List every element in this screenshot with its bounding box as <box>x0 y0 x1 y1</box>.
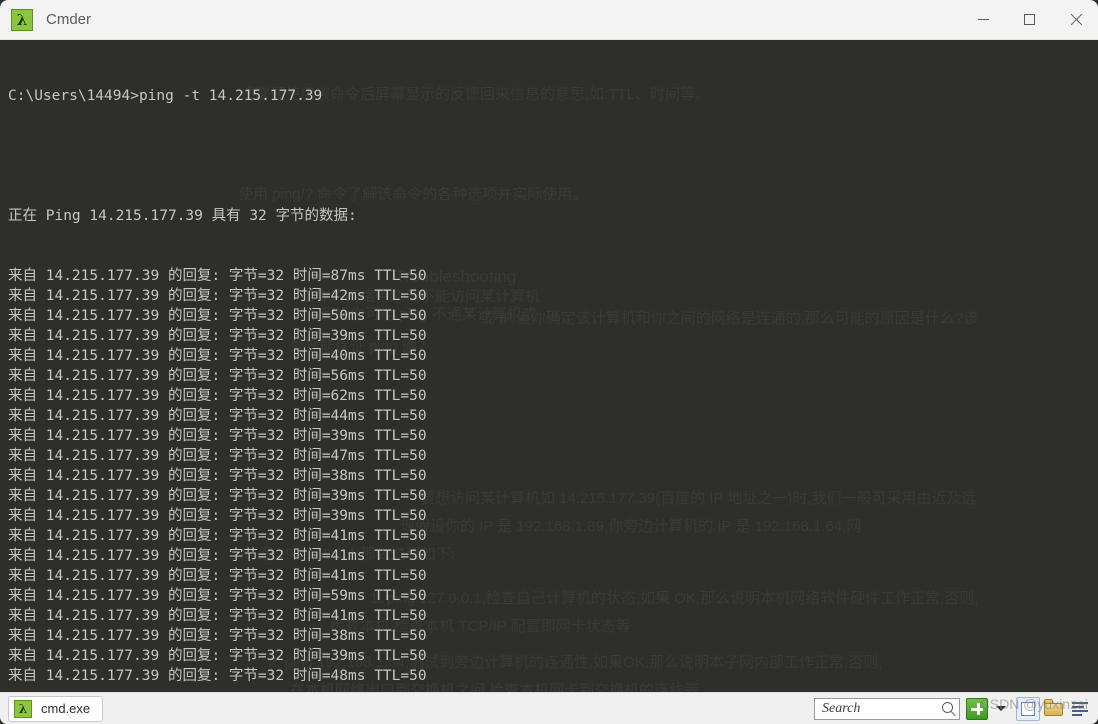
minimize-icon <box>977 19 989 20</box>
ping-reply-line: 来自 14.215.177.39 的回复: 字节=32 时间=50ms TTL=… <box>8 308 427 324</box>
ping-reply-line: 来自 14.215.177.39 的回复: 字节=32 时间=56ms TTL=… <box>8 368 427 384</box>
window-title: Cmder <box>46 11 92 28</box>
chevron-down-icon <box>996 706 1006 711</box>
title-bar: λ Cmder <box>0 0 1098 40</box>
bg-line: 或 IP,但你确定该计算机和你之间的网络是连通的,那么可能的原因是什么?该 <box>480 310 979 327</box>
ping-header-line: 正在 Ping 14.215.177.39 具有 32 字节的数据: <box>8 208 357 224</box>
settings-lines-icon <box>1072 713 1082 716</box>
cmder-window: λ Cmder 请掌握使用该命令后屏幕显示的反馈回来信息的意思,如:TTL、时间… <box>0 0 1098 724</box>
new-tab-menu-button[interactable] <box>992 698 1010 720</box>
ping-reply-line: 来自 14.215.177.39 的回复: 字节=32 时间=41ms TTL=… <box>8 608 427 624</box>
tab-cmd-exe[interactable]: λ cmd.exe <box>8 695 104 722</box>
ping-reply-line: 来自 14.215.177.39 的回复: 字节=32 时间=41ms TTL=… <box>8 568 427 584</box>
status-bar: λ cmd.exe <box>0 692 1098 724</box>
search-box[interactable] <box>814 697 960 720</box>
ping-reply-list: 来自 14.215.177.39 的回复: 字节=32 时间=87ms TTL=… <box>8 266 467 686</box>
folder-button[interactable] <box>1043 698 1065 719</box>
ping-reply-line: 来自 14.215.177.39 的回复: 字节=32 时间=39ms TTL=… <box>8 428 427 444</box>
ping-reply-line: 来自 14.215.177.39 的回复: 字节=32 时间=38ms TTL=… <box>8 628 427 644</box>
ping-reply-line: 来自 14.215.177.39 的回复: 字节=32 时间=42ms TTL=… <box>8 288 427 304</box>
ping-reply-line: 来自 14.215.177.39 的回复: 字节=32 时间=39ms TTL=… <box>8 488 427 504</box>
settings-lines-icon <box>1072 701 1088 704</box>
close-icon <box>1069 13 1082 26</box>
window-controls <box>960 0 1098 40</box>
ping-reply-line: 来自 14.215.177.39 的回复: 字节=32 时间=38ms TTL=… <box>8 468 427 484</box>
ping-reply-line: 来自 14.215.177.39 的回复: 字节=32 时间=39ms TTL=… <box>8 648 427 664</box>
ping-reply-line: 来自 14.215.177.39 的回复: 字节=32 时间=47ms TTL=… <box>8 448 427 464</box>
ping-reply-line: 来自 14.215.177.39 的回复: 字节=32 时间=44ms TTL=… <box>8 408 427 424</box>
new-tab-button[interactable] <box>966 697 988 720</box>
window-restore-button[interactable] <box>1016 696 1040 721</box>
terminal-pane[interactable]: 请掌握使用该命令后屏幕显示的反馈回来信息的意思,如:TTL、时间等。 使用 pi… <box>0 40 1098 692</box>
search-input[interactable] <box>820 699 932 718</box>
lambda-icon: λ <box>11 8 33 31</box>
lambda-icon: λ <box>14 699 32 718</box>
terminal-output: C:\Users\14494>ping -t 14.215.177.39 正在 … <box>0 40 467 692</box>
magnifier-icon[interactable] <box>942 701 953 713</box>
window-restore-icon <box>1021 701 1035 716</box>
settings-lines-icon <box>1072 705 1084 708</box>
ping-reply-line: 来自 14.215.177.39 的回复: 字节=32 时间=39ms TTL=… <box>8 508 427 524</box>
ping-reply-line: 来自 14.215.177.39 的回复: 字节=32 时间=59ms TTL=… <box>8 588 427 604</box>
folder-icon <box>1044 702 1063 716</box>
maximize-button[interactable] <box>1006 0 1052 40</box>
ping-reply-line: 来自 14.215.177.39 的回复: 字节=32 时间=41ms TTL=… <box>8 548 427 564</box>
settings-lines-icon <box>1072 709 1088 712</box>
close-button[interactable] <box>1052 0 1098 40</box>
ping-reply-line: 来自 14.215.177.39 的回复: 字节=32 时间=41ms TTL=… <box>8 528 427 544</box>
settings-button[interactable] <box>1070 700 1090 718</box>
ping-reply-line: 来自 14.215.177.39 的回复: 字节=32 时间=39ms TTL=… <box>8 328 427 344</box>
ping-reply-line: 来自 14.215.177.39 的回复: 字节=32 时间=62ms TTL=… <box>8 388 427 404</box>
bg-line: 现假设你的 IP 是 192.168.1.89,你旁边计算机的 IP 是 192… <box>400 518 862 535</box>
ping-reply-line: 来自 14.215.177.39 的回复: 字节=32 时间=87ms TTL=… <box>8 268 427 284</box>
tab-label: cmd.exe <box>41 701 91 716</box>
bg-line: 要想访问某计算机如 14.215.177.39(百度的 IP 地址之一)时,我们… <box>420 490 977 507</box>
ping-reply-line: 来自 14.215.177.39 的回复: 字节=32 时间=48ms TTL=… <box>8 668 427 684</box>
maximize-icon <box>1023 14 1035 25</box>
prompt-line: C:\Users\14494>ping -t 14.215.177.39 <box>8 88 323 104</box>
minimize-button[interactable] <box>960 0 1006 40</box>
ping-reply-line: 来自 14.215.177.39 的回复: 字节=32 时间=40ms TTL=… <box>8 348 427 364</box>
